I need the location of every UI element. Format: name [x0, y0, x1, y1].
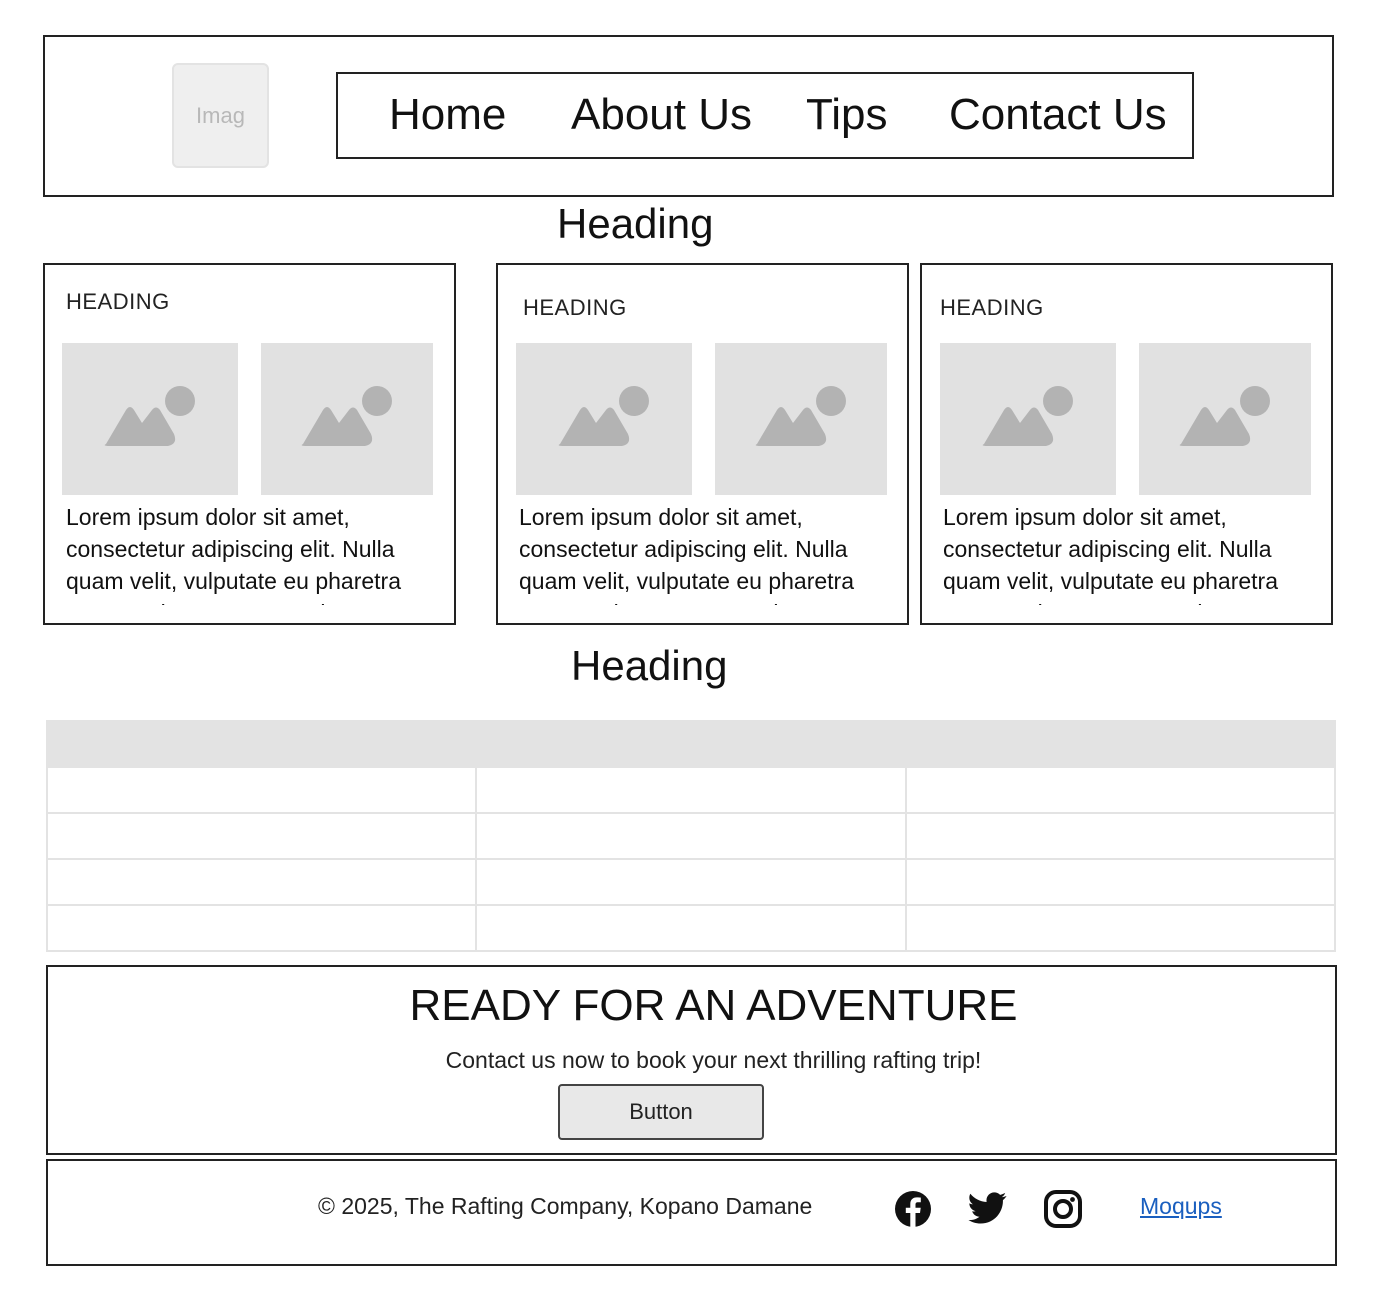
card-text: Lorem ipsum dolor sit amet, consectetur … — [519, 504, 854, 605]
card-heading: HEADING — [940, 295, 1044, 320]
image-placeholder — [1139, 343, 1311, 495]
image-placeholder — [715, 343, 887, 495]
image-placeholder — [516, 343, 692, 495]
image-placeholder — [940, 343, 1116, 495]
cta-title: READY FOR AN ADVENTURE — [409, 981, 1018, 1030]
facebook-icon[interactable] — [892, 1188, 934, 1230]
image-placeholder — [261, 343, 433, 495]
nav-home[interactable]: Home — [389, 90, 506, 140]
cta-section: READY FOR AN ADVENTURE Contact us now to… — [46, 965, 1337, 1155]
image-icon — [301, 386, 392, 446]
section-heading: Heading — [571, 642, 728, 689]
card-heading: HEADING — [66, 289, 170, 314]
table-row — [45, 766, 1337, 814]
nav-tips[interactable]: Tips — [806, 90, 888, 140]
twitter-icon[interactable] — [966, 1188, 1008, 1230]
table-cell — [475, 858, 907, 906]
table-header-cell — [475, 720, 907, 768]
nav-contact-us[interactable]: Contact Us — [949, 90, 1167, 140]
card-heading: HEADING — [523, 295, 627, 320]
cta-button[interactable]: Button — [558, 1084, 764, 1140]
table-cell — [904, 812, 1337, 860]
nav-about-us[interactable]: About Us — [571, 90, 752, 140]
logo-image-placeholder: Imag — [172, 63, 269, 168]
image-icon — [1179, 386, 1270, 446]
table-header-cell — [904, 720, 1337, 768]
table-cell — [45, 766, 478, 814]
card-text: Lorem ipsum dolor sit amet, consectetur … — [943, 504, 1278, 605]
image-placeholder — [62, 343, 238, 495]
table-header-row — [45, 720, 1337, 768]
table-cell — [475, 766, 907, 814]
table-cell — [45, 812, 478, 860]
table-row — [45, 904, 1337, 952]
image-icon — [755, 386, 846, 446]
instagram-icon[interactable] — [1042, 1188, 1084, 1230]
table-cell — [904, 858, 1337, 906]
cta-subtitle: Contact us now to book your next thrilli… — [445, 1047, 982, 1073]
site-footer: © 2025, The Rafting Company, Kopano Dama… — [46, 1159, 1337, 1266]
card: HEADING Lorem ipsum dolor sit amet, cons… — [43, 263, 456, 625]
card: HEADING Lorem ipsum dolor sit amet, cons… — [920, 263, 1333, 625]
table-cell — [904, 904, 1337, 952]
logo-placeholder-text: Imag — [196, 102, 245, 128]
image-icon — [558, 386, 649, 446]
card-text: Lorem ipsum dolor sit amet, consectetur … — [66, 504, 401, 605]
image-icon — [104, 386, 195, 446]
copyright-text: © 2025, The Rafting Company, Kopano Dama… — [318, 1193, 813, 1219]
table-row — [45, 858, 1337, 906]
table-row — [45, 812, 1337, 860]
table-header-cell — [45, 720, 478, 768]
table-cell — [45, 904, 478, 952]
moqups-link[interactable]: Moqups — [1140, 1193, 1222, 1220]
data-table — [45, 720, 1337, 952]
section-heading: Heading — [557, 200, 714, 247]
image-icon — [982, 386, 1073, 446]
main-nav: Home About Us Tips Contact Us — [336, 72, 1194, 159]
card: HEADING Lorem ipsum dolor sit amet, cons… — [496, 263, 909, 625]
table-cell — [45, 858, 478, 906]
table-cell — [904, 766, 1337, 814]
table-cell — [475, 904, 907, 952]
table-cell — [475, 812, 907, 860]
